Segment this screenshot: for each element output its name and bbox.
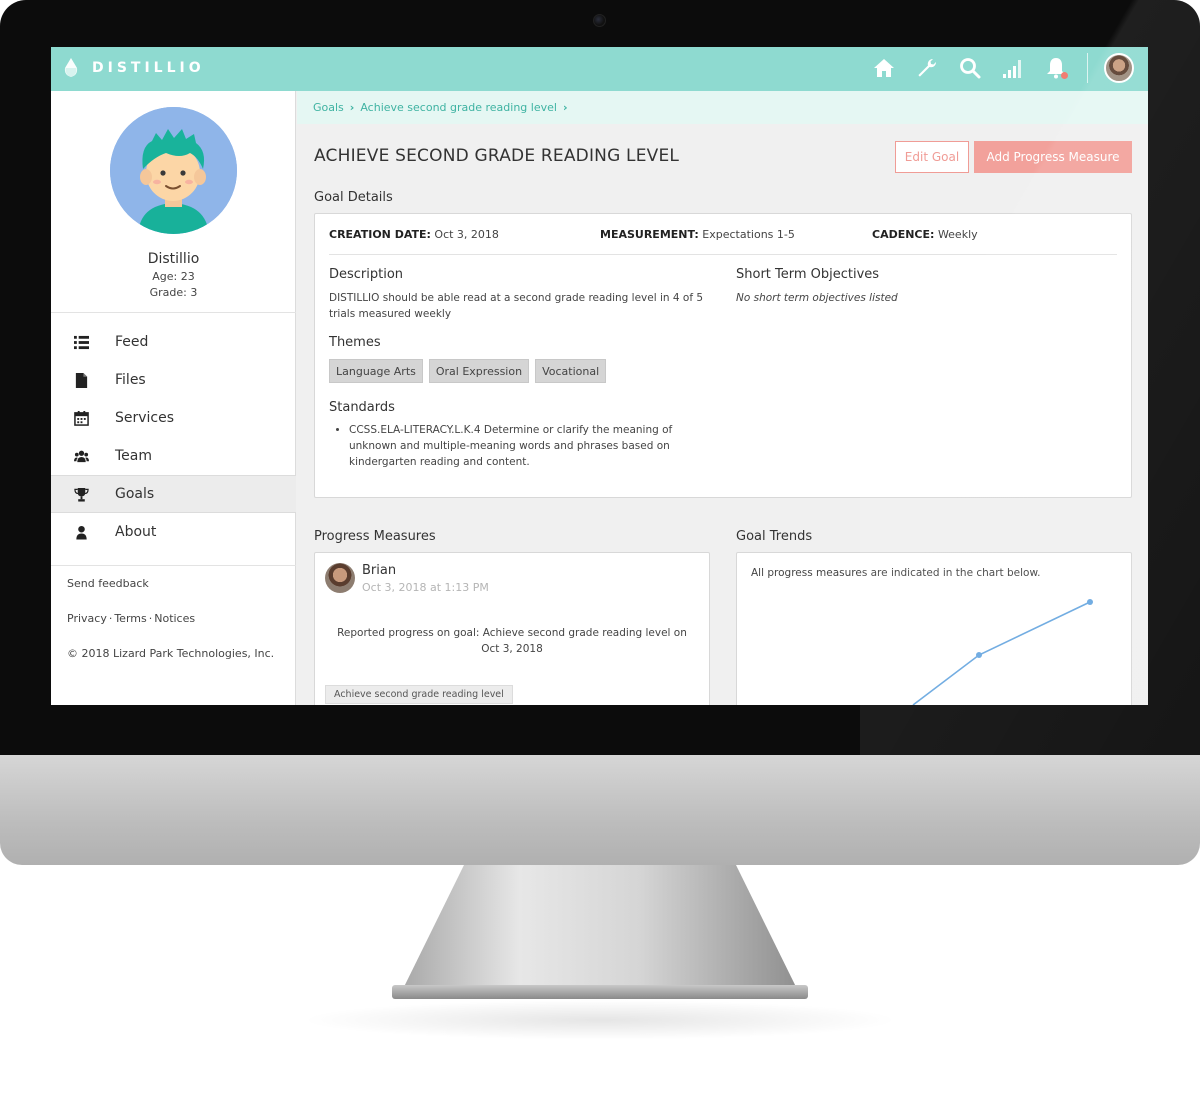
timestamp: Oct 3, 2018 at 1:13 PM: [362, 581, 489, 594]
profile-name: Distillio: [147, 251, 200, 267]
edit-goal-button[interactable]: Edit Goal: [895, 141, 969, 173]
add-progress-measure-button[interactable]: Add Progress Measure: [974, 141, 1132, 173]
wrench-icon[interactable]: [914, 55, 940, 81]
legal-links: Privacy · Terms · Notices: [67, 612, 196, 625]
theme-chip: Vocational: [535, 359, 607, 383]
trend-chart: [912, 599, 1093, 705]
progress-text: Reported progress on goal: Achieve secon…: [337, 627, 687, 655]
home-icon[interactable]: [871, 55, 897, 81]
themes-list: Language Arts Oral Expression Vocational: [329, 359, 607, 383]
theme-chip: Oral Expression: [428, 359, 530, 383]
file-icon: [73, 372, 90, 389]
sidebar-item-team[interactable]: Team: [51, 437, 296, 475]
sidebar-item-about[interactable]: About: [51, 513, 296, 551]
droplet-logo-icon: [64, 58, 78, 77]
sidebar-divider: [51, 565, 296, 566]
measurement-label: MEASUREMENT:: [600, 228, 699, 241]
brand[interactable]: DISTILLIO: [64, 58, 205, 78]
progress-measures-heading: Progress Measures: [314, 529, 436, 544]
breadcrumb-item-goals[interactable]: Goals: [313, 101, 344, 114]
objectives-empty-text: No short term objectives listed: [736, 292, 898, 304]
sidebar-item-services[interactable]: Services: [51, 399, 296, 437]
sidebar-item-label: Team: [115, 448, 153, 464]
screen: DISTILLIO Distillio Age: 23 Grade: 3 Fee…: [51, 47, 1148, 705]
sidebar-item-files[interactable]: Files: [51, 361, 296, 399]
profile-age: Age: 23: [152, 270, 195, 283]
progress-measure-card: Brian Oct 3, 2018 at 1:13 PM Reported pr…: [314, 552, 710, 705]
sidebar-item-feed[interactable]: Feed: [51, 323, 296, 361]
goal-details-card: CREATION DATE: Oct 3, 2018 MEASUREMENT: …: [314, 213, 1132, 498]
profile-grade: Grade: 3: [149, 286, 198, 299]
student-avatar: [110, 107, 237, 234]
monitor-stand-base: [392, 985, 808, 999]
themes-heading: Themes: [329, 335, 381, 350]
user-avatar[interactable]: [1104, 53, 1134, 83]
breadcrumb-item-goal[interactable]: Achieve second grade reading level: [360, 101, 557, 114]
creation-date: CREATION DATE: Oct 3, 2018: [329, 228, 499, 241]
goal-tag[interactable]: Achieve second grade reading level: [325, 685, 513, 704]
sidebar-item-label: About: [115, 524, 157, 540]
terms-link[interactable]: Terms: [114, 612, 146, 625]
topbar-divider: [1087, 53, 1088, 83]
camera-icon: [593, 14, 606, 27]
search-icon[interactable]: [957, 55, 983, 81]
standards-list: CCSS.ELA-LITERACY.L.K.4 Determine or cla…: [349, 422, 679, 470]
monitor-chin: [0, 755, 1200, 865]
trend-point[interactable]: [1087, 599, 1093, 605]
standard-item: CCSS.ELA-LITERACY.L.K.4 Determine or cla…: [349, 422, 679, 470]
cadence-label: CADENCE:: [872, 228, 935, 241]
page-title: ACHIEVE SECOND GRADE READING LEVEL: [314, 146, 680, 166]
measurement: MEASUREMENT: Expectations 1-5: [600, 228, 795, 241]
theme-chip: Language Arts: [329, 359, 423, 383]
trophy-icon: [73, 486, 90, 503]
description-text: DISTILLIO should be able read at a secon…: [329, 292, 704, 320]
monitor-stand: [400, 865, 800, 995]
trend-point[interactable]: [976, 652, 982, 658]
cadence: CADENCE: Weekly: [872, 228, 978, 241]
goal-trends-card: All progress measures are indicated in t…: [736, 552, 1132, 705]
creation-date-value: Oct 3, 2018: [434, 228, 499, 241]
users-icon: [73, 448, 90, 465]
notification-dot: [1061, 72, 1068, 79]
chevron-right-icon: ›: [562, 101, 568, 114]
calendar-icon: [73, 410, 90, 427]
sidebar: Distillio Age: 23 Grade: 3 Feed Files Se…: [51, 91, 296, 705]
top-navbar: DISTILLIO: [51, 47, 1148, 91]
details-divider: [329, 254, 1117, 255]
top-icons: [854, 53, 1134, 83]
signal-icon[interactable]: [1000, 55, 1026, 81]
description-heading: Description: [329, 267, 404, 282]
cadence-value: Weekly: [937, 228, 978, 241]
trend-line: [912, 601, 1091, 705]
brand-name: DISTILLIO: [92, 60, 205, 76]
chevron-right-icon: ›: [349, 101, 355, 114]
sidebar-nav: Feed Files Services Team Goals About: [51, 323, 296, 551]
breadcrumb: Goals › Achieve second grade reading lev…: [297, 91, 1148, 124]
notices-link[interactable]: Notices: [154, 612, 195, 625]
measurement-value: Expectations 1-5: [702, 228, 795, 241]
goal-details-heading: Goal Details: [314, 190, 393, 205]
standards-heading: Standards: [329, 400, 395, 415]
goal-trends-heading: Goal Trends: [736, 529, 813, 544]
avatar: [325, 563, 355, 593]
author-name[interactable]: Brian: [362, 563, 396, 578]
main-content: Goals › Achieve second grade reading lev…: [297, 91, 1148, 705]
privacy-link[interactable]: Privacy: [67, 612, 107, 625]
trends-note: All progress measures are indicated in t…: [751, 567, 1041, 579]
sidebar-item-label: Goals: [115, 486, 155, 502]
sidebar-item-label: Files: [115, 372, 146, 388]
objectives-heading: Short Term Objectives: [736, 267, 880, 282]
sidebar-item-goals[interactable]: Goals: [51, 475, 296, 513]
user-icon: [73, 524, 90, 541]
stand-shadow: [300, 1000, 900, 1040]
send-feedback-link[interactable]: Send feedback: [67, 577, 149, 590]
creation-date-label: CREATION DATE:: [329, 228, 431, 241]
list-icon: [73, 334, 90, 351]
sidebar-item-label: Feed: [115, 334, 149, 350]
sidebar-item-label: Services: [115, 410, 175, 426]
profile-card: Distillio Age: 23 Grade: 3: [51, 91, 296, 313]
copyright: © 2018 Lizard Park Technologies, Inc.: [67, 647, 275, 660]
bell-icon[interactable]: [1043, 55, 1069, 81]
